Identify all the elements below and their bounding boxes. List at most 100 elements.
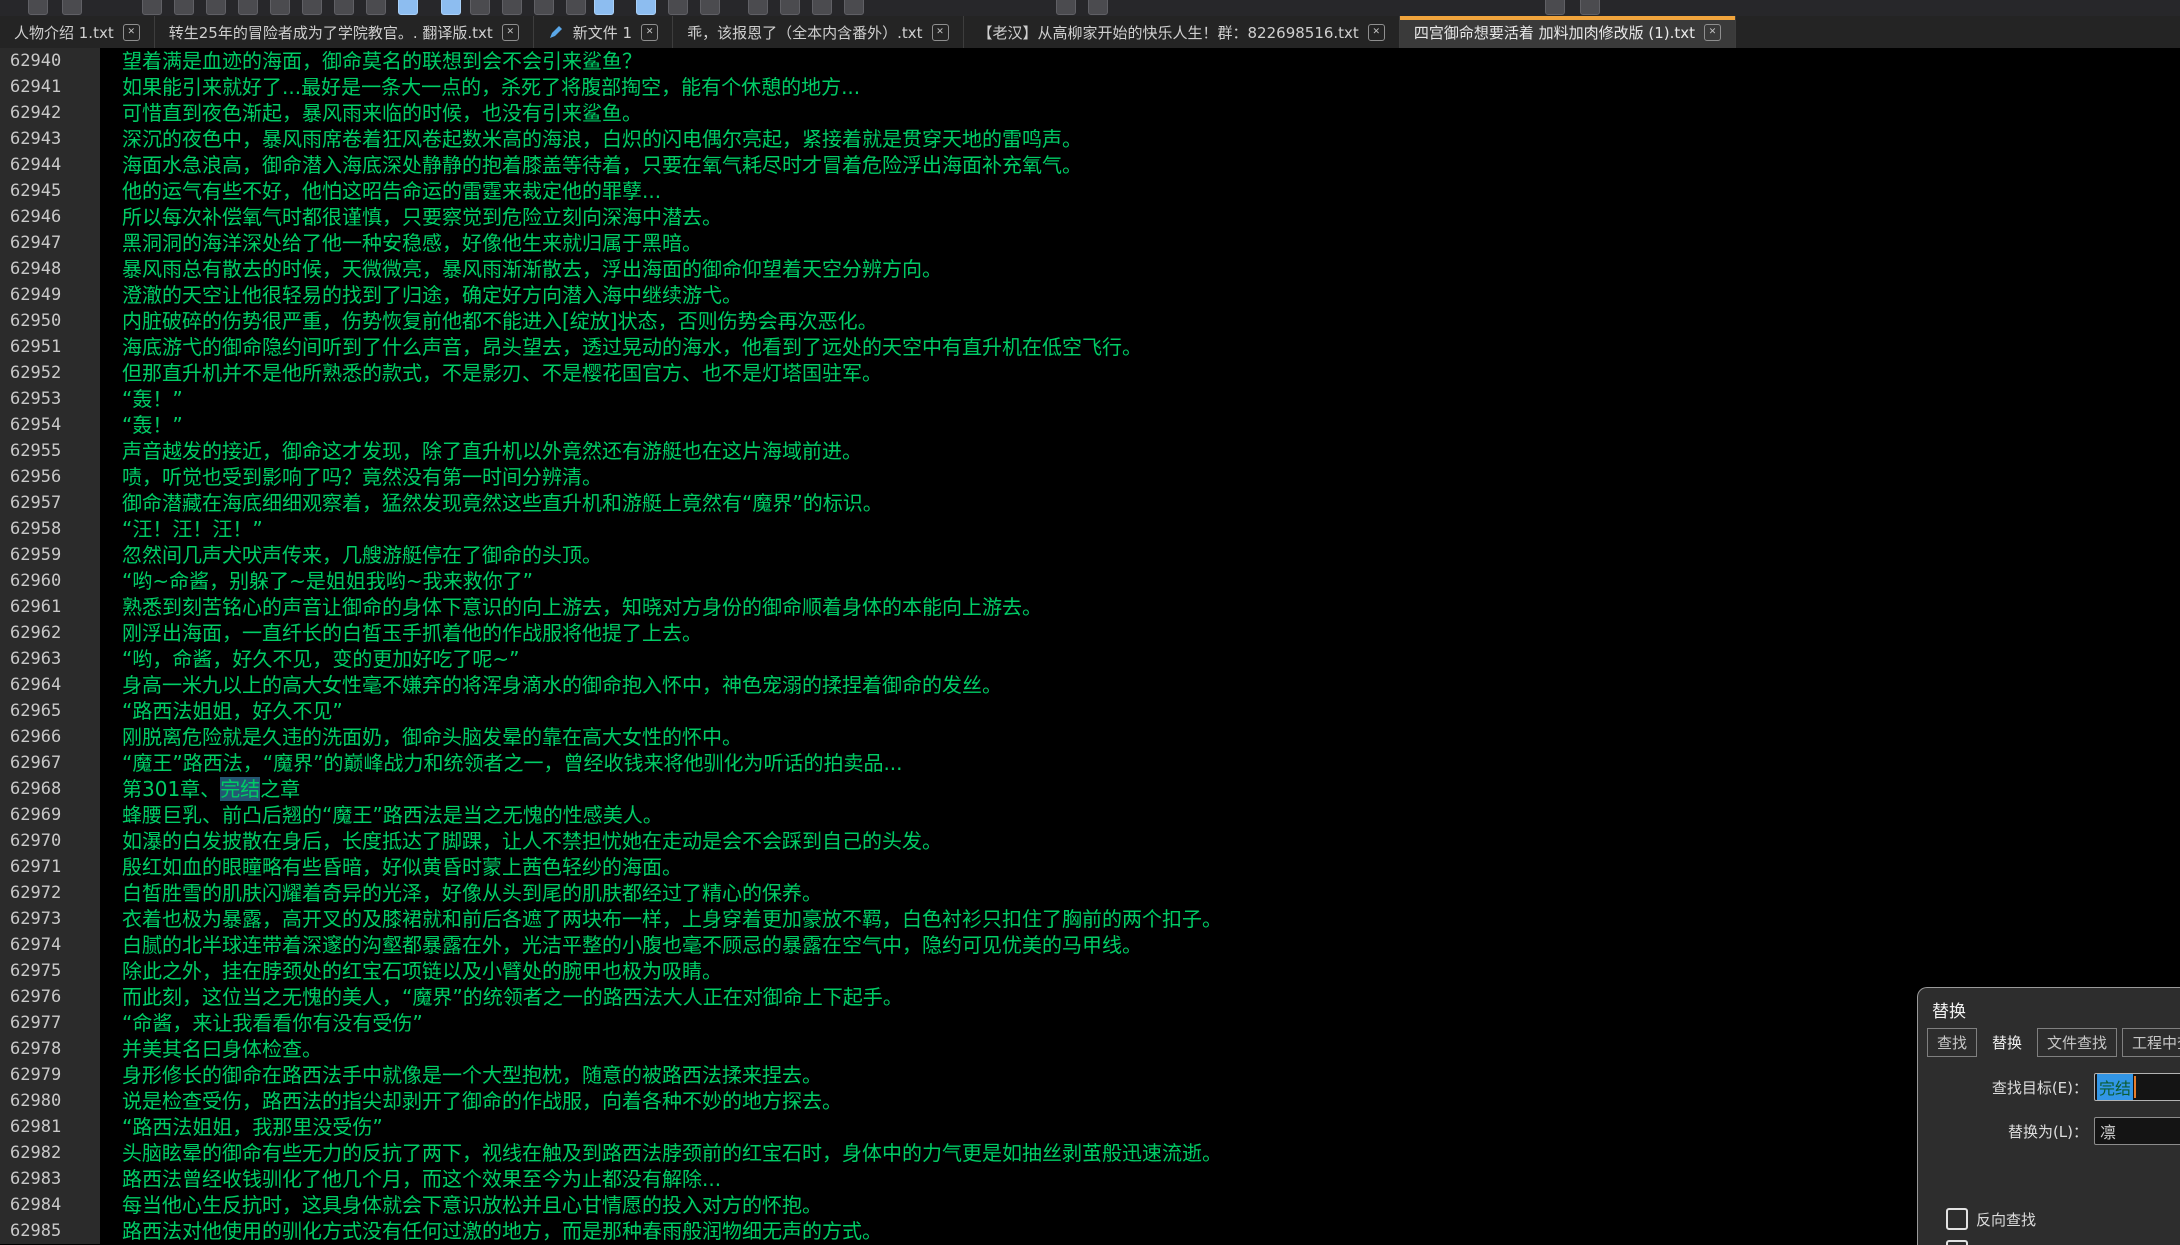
toolbar-icon[interactable] [534,0,554,15]
editor-line[interactable]: 路西法对他使用的驯化方式没有任何过激的地方，而是那种春雨般润物细无声的方式。 [122,1218,2180,1244]
editor-line[interactable]: 内脏破碎的伤势很严重，伤势恢复前他都不能进入[绽放]状态，否则伤势会再次恶化。 [122,308,2180,334]
editor-line[interactable]: 白腻的北半球连带着深邃的沟壑都暴露在外，光洁平整的小腹也毫不顾忌的暴露在空气中，… [122,932,2180,958]
tab-4[interactable]: 乖，该报恩了（全本内含番外）.txt✕ [673,16,963,48]
editor-line[interactable]: “轰！” [122,412,2180,438]
toolbar-icon-highlighted[interactable] [636,0,656,15]
editor-line[interactable]: 身高一米九以上的高大女性毫不嫌弃的将浑身滴水的御命抱入怀中，神色宠溺的揉捏着御命… [122,672,2180,698]
toolbar-icon[interactable] [566,0,586,15]
toolbar-icon-highlighted[interactable] [594,0,614,15]
line-number: 62943 [0,126,100,152]
editor-line[interactable]: 深沉的夜色中，暴风雨席卷着狂风卷起数米高的海浪，白炽的闪电偶尔亮起，紧接着就是贯… [122,126,2180,152]
toolbar-icon[interactable] [748,0,768,15]
dialog-tab-3[interactable]: 文件查找 [2037,1028,2117,1057]
editor-line[interactable]: 身形修长的御命在路西法手中就像是一个大型抱枕，随意的被路西法揉来捏去。 [122,1062,2180,1088]
editor-line[interactable]: “汪！汪！汪！” [122,516,2180,542]
toolbar-icon[interactable] [302,0,322,15]
editor-line[interactable]: “轰！” [122,386,2180,412]
editor-line[interactable]: 除此之外，挂在脖颈处的红宝石项链以及小臂处的腕甲也极为吸睛。 [122,958,2180,984]
toolbar-icon[interactable] [28,0,48,15]
toolbar-icon[interactable] [844,0,864,15]
toolbar-icon-highlighted[interactable] [398,0,418,15]
tab-close-icon[interactable]: ✕ [502,24,519,41]
editor-line[interactable]: 暴风雨总有散去的时候，天微微亮，暴风雨渐渐散去，浮出海面的御命仰望着天空分辨方向… [122,256,2180,282]
toolbar-icon[interactable] [780,0,800,15]
text-content[interactable]: 望着满是血迹的海面，御命莫名的联想到会不会引来鲨鱼？如果能引来就好了...最好是… [100,48,2180,1244]
editor-line[interactable]: “哟~命酱，别躲了~是姐姐我哟~我来救你了” [122,568,2180,594]
editor-line[interactable]: 刚浮出海面，一直纤长的白皙玉手抓着他的作战服将他提了上去。 [122,620,2180,646]
toolbar-icon[interactable] [470,0,490,15]
toolbar-icon[interactable] [1545,0,1565,15]
tab-2[interactable]: 转生25年的冒险者成为了学院教官。. 翻译版.txt✕ [155,16,534,48]
editor-line[interactable]: 澄澈的天空让他很轻易的找到了归途，确定好方向潜入海中继续游弋。 [122,282,2180,308]
line-number: 62979 [0,1062,100,1088]
toolbar-icon[interactable] [334,0,354,15]
toolbar-icon[interactable] [812,0,832,15]
editor-line[interactable]: 望着满是血迹的海面，御命莫名的联想到会不会引来鲨鱼？ [122,48,2180,74]
partial-checkbox[interactable] [1946,1240,1968,1245]
editor-line[interactable]: 所以每次补偿氧气时都很谨慎，只要察觉到危险立刻向深海中潜去。 [122,204,2180,230]
tab-1[interactable]: 人物介绍 1.txt✕ [0,16,155,48]
editor-line[interactable]: 说是检查受伤，路西法的指尖却剥开了御命的作战服，向着各种不妙的地方探去。 [122,1088,2180,1114]
tab-close-icon[interactable]: ✕ [1704,24,1721,41]
dialog-tab-2[interactable]: 替换 [1982,1028,2032,1057]
replace-input[interactable]: 凛 [2094,1117,2180,1145]
toolbar-icon[interactable] [502,0,522,15]
editor-line[interactable]: 黑洞洞的海洋深处给了他一种安稳感，好像他生来就归属于黑暗。 [122,230,2180,256]
editor-line[interactable]: 第301章、完结之章 [122,776,2180,802]
editor-line[interactable]: 殷红如血的眼瞳略有些昏暗，好似黄昏时蒙上茜色轻纱的海面。 [122,854,2180,880]
editor-line[interactable]: 海底游弋的御命隐约间听到了什么声音，昂头望去，透过晃动的海水，他看到了远处的天空… [122,334,2180,360]
editor-line[interactable]: 刚脱离危险就是久违的洗面奶，御命头脑发晕的靠在高大女性的怀中。 [122,724,2180,750]
reverse-search-checkbox[interactable] [1946,1208,1968,1230]
dialog-tab-4[interactable]: 工程中查找 [2122,1028,2180,1057]
toolbar-icon[interactable] [668,0,688,15]
find-input[interactable]: 完结 [2094,1073,2180,1101]
editor-area: 6294062941629426294362944629456294662947… [0,48,2180,1244]
editor-line[interactable]: “哟，命酱，好久不见，变的更加好吃了呢~” [122,646,2180,672]
tab-close-icon[interactable]: ✕ [932,24,949,41]
editor-line[interactable]: 但那直升机并不是他所熟悉的款式，不是影刃、不是樱花国官方、也不是灯塔国驻军。 [122,360,2180,386]
tab-close-icon[interactable]: ✕ [1368,24,1385,41]
tab-close-icon[interactable]: ✕ [123,24,140,41]
line-number: 62962 [0,620,100,646]
toolbar-icon-highlighted[interactable] [441,0,461,15]
editor-line[interactable]: 海面水急浪高，御命潜入海底深处静静的抱着膝盖等待着，只要在氧气耗尽时才冒着危险浮… [122,152,2180,178]
toolbar-icon[interactable] [700,0,720,15]
editor-line[interactable]: 每当他心生反抗时，这具身体就会下意识放松并且心甘情愿的投入对方的怀抱。 [122,1192,2180,1218]
editor-line[interactable]: 而此刻，这位当之无愧的美人，“魔界”的统领者之一的路西法大人正在对御命上下起手。 [122,984,2180,1010]
dialog-tab-1[interactable]: 查找 [1927,1028,1977,1057]
editor-line[interactable]: 忽然间几声犬吠声传来，几艘游艇停在了御命的头顶。 [122,542,2180,568]
editor-line[interactable]: 如果能引来就好了...最好是一条大一点的，杀死了将腹部掏空，能有个休憩的地方..… [122,74,2180,100]
editor-line[interactable]: 头脑眩晕的御命有些无力的反抗了两下，视线在触及到路西法脖颈前的红宝石时，身体中的… [122,1140,2180,1166]
toolbar-icon[interactable] [1088,0,1108,15]
editor-line[interactable]: 可惜直到夜色渐起，暴风雨来临的时候，也没有引来鲨鱼。 [122,100,2180,126]
editor-line[interactable]: 御命潜藏在海底细细观察着，猛然发现竟然这些直升机和游艇上竟然有“魔界”的标识。 [122,490,2180,516]
editor-line[interactable]: 他的运气有些不好，他怕这昭告命运的雷霆来裁定他的罪孽... [122,178,2180,204]
editor-line[interactable]: 路西法曾经收钱驯化了他几个月，而这个效果至今为止都没有解除... [122,1166,2180,1192]
line-number: 62984 [0,1192,100,1218]
toolbar-icon[interactable] [206,0,226,15]
tab-3[interactable]: 新文件 1✕ [534,16,673,48]
editor-line[interactable]: “魔王”路西法，“魔界”的巅峰战力和统领者之一，曾经收钱来将他驯化为听话的拍卖品… [122,750,2180,776]
editor-line[interactable]: 声音越发的接近，御命这才发现，除了直升机以外竟然还有游艇也在这片海域前进。 [122,438,2180,464]
editor-line[interactable]: 蜂腰巨乳、前凸后翘的“魔王”路西法是当之无愧的性感美人。 [122,802,2180,828]
toolbar-icon[interactable] [1056,0,1076,15]
editor-line[interactable]: 熟悉到刻苦铭心的声音让御命的身体下意识的向上游去，知晓对方身份的御命顺着身体的本… [122,594,2180,620]
editor-line[interactable]: 并美其名曰身体检查。 [122,1036,2180,1062]
toolbar-icon[interactable] [1580,0,1600,15]
tab-6[interactable]: 四宫御命想要活着 加料加肉修改版 (1).txt✕ [1400,16,1736,48]
editor-line[interactable]: 白皙胜雪的肌肤闪耀着奇异的光泽，好像从头到尾的肌肤都经过了精心的保养。 [122,880,2180,906]
editor-line[interactable]: 啧，听觉也受到影响了吗？竟然没有第一时间分辨清。 [122,464,2180,490]
toolbar-icon[interactable] [174,0,194,15]
editor-line[interactable]: “命酱，来让我看看你有没有受伤” [122,1010,2180,1036]
toolbar-icon[interactable] [142,0,162,15]
tab-close-icon[interactable]: ✕ [641,24,658,41]
toolbar-icon[interactable] [270,0,290,15]
tab-5[interactable]: 【老汉】从高柳家开始的快乐人生！群：822698516.txt✕ [964,16,1400,48]
toolbar-icon[interactable] [238,0,258,15]
editor-line[interactable]: “路西法姐姐，好久不见” [122,698,2180,724]
editor-line[interactable]: 如瀑的白发披散在身后，长度抵达了脚踝，让人不禁担忧她在走动是会不会踩到自己的头发… [122,828,2180,854]
editor-line[interactable]: “路西法姐姐，我那里没受伤” [122,1114,2180,1140]
editor-line[interactable]: 衣着也极为暴露，高开叉的及膝裙就和前后各遮了两块布一样，上身穿着更加豪放不羁，白… [122,906,2180,932]
toolbar-icon[interactable] [62,0,82,15]
toolbar-icon[interactable] [366,0,386,15]
